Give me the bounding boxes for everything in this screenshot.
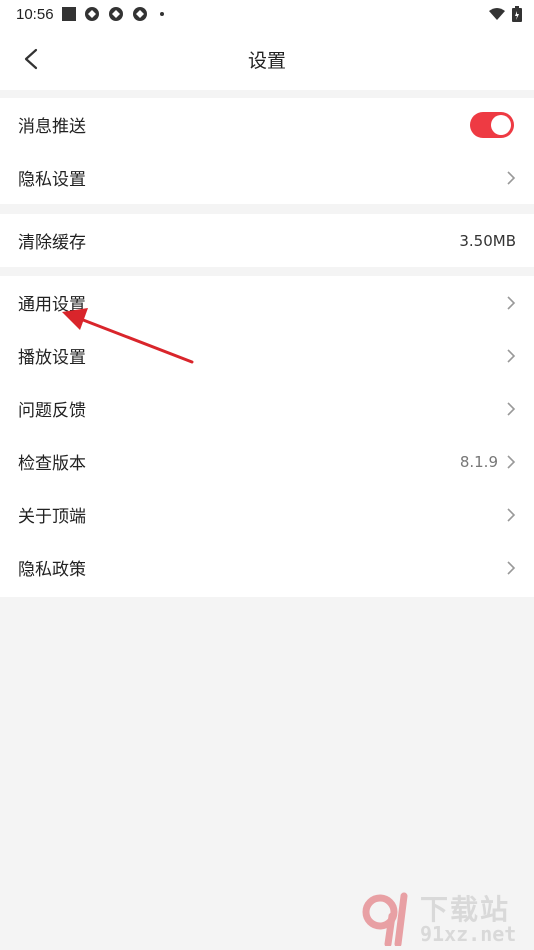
settings-row-push[interactable]: 消息推送 xyxy=(0,98,534,151)
row-label: 消息推送 xyxy=(18,117,86,137)
row-label: 问题反馈 xyxy=(18,401,86,421)
settings-row-check-version[interactable]: 检查版本 8.1.9 xyxy=(0,435,534,488)
status-time: 10:56 xyxy=(16,5,54,23)
chevron-right-icon xyxy=(507,401,516,416)
app-icon xyxy=(84,7,99,21)
chevron-right-icon xyxy=(507,295,516,310)
row-label: 关于顶端 xyxy=(18,507,86,527)
settings-row-clear-cache[interactable]: 清除缓存 3.50MB xyxy=(0,214,534,267)
watermark: 下载站 91xz.net xyxy=(358,888,530,948)
row-label: 播放设置 xyxy=(18,348,86,368)
settings-group-notifications: 消息推送 隐私设置 xyxy=(0,98,534,204)
settings-group-general: 通用设置 播放设置 问题反馈 检查版本 8.1.9 关于顶端 隐私政策 xyxy=(0,276,534,597)
status-bar: 10:56 xyxy=(0,0,534,28)
row-label: 清除缓存 xyxy=(18,233,86,253)
row-label: 检查版本 xyxy=(18,454,86,474)
version-value: 8.1.9 xyxy=(459,452,498,471)
chevron-right-icon xyxy=(507,348,516,363)
settings-row-privacy-policy[interactable]: 隐私政策 xyxy=(0,541,534,594)
wifi-icon xyxy=(489,8,505,20)
status-right xyxy=(488,6,522,22)
settings-group-cache: 清除缓存 3.50MB xyxy=(0,214,534,267)
chevron-right-icon xyxy=(507,507,516,522)
settings-row-about[interactable]: 关于顶端 xyxy=(0,488,534,541)
row-label: 通用设置 xyxy=(18,295,86,315)
app-icon xyxy=(132,7,147,21)
chevron-right-icon xyxy=(507,560,516,575)
app-icon xyxy=(108,7,123,21)
push-toggle[interactable] xyxy=(470,111,514,138)
row-label: 隐私设置 xyxy=(18,170,86,190)
91-logo-icon xyxy=(362,892,408,946)
settings-row-playback[interactable]: 播放设置 xyxy=(0,329,534,382)
battery-icon xyxy=(512,6,522,22)
row-label: 隐私政策 xyxy=(18,560,86,580)
page-title: 设置 xyxy=(247,50,286,72)
dot-icon xyxy=(159,12,164,16)
settings-row-general[interactable]: 通用设置 xyxy=(0,276,534,329)
nav-bar: 设置 xyxy=(0,28,534,90)
settings-row-privacy-settings[interactable]: 隐私设置 xyxy=(0,151,534,204)
square-icon xyxy=(61,7,76,21)
watermark-subtitle: 91xz.net xyxy=(420,922,517,946)
cache-size-value: 3.50MB xyxy=(459,231,516,250)
toggle-knob xyxy=(491,114,511,135)
chevron-right-icon xyxy=(507,170,516,185)
status-left: 10:56 xyxy=(16,6,164,23)
settings-row-feedback[interactable]: 问题反馈 xyxy=(0,382,534,435)
chevron-right-icon xyxy=(507,454,516,469)
